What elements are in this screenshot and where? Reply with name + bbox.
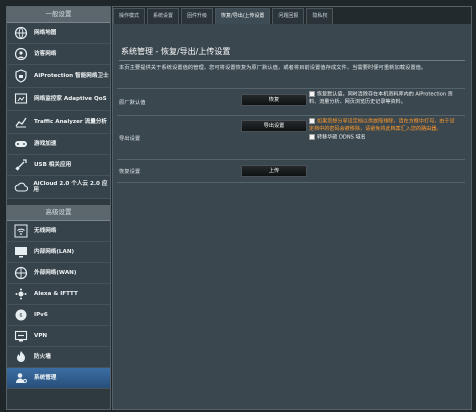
sidebar-section-advanced: 高级设置	[7, 205, 110, 221]
row-label: 导出设置	[119, 136, 141, 142]
sidebar-item-label: AiCloud 2.0 个人云 2.0 应用	[33, 180, 108, 194]
sidebar-item-lan[interactable]: 内部网络(LAN)	[7, 242, 110, 263]
row-restore-setting: 恢复设置 上传	[117, 159, 465, 183]
row-factory-default: 原厂默认值 恢复 恢复默认值，同时清除存在本机资料库内的 AiProtectio…	[117, 88, 465, 115]
wifi-icon	[12, 224, 30, 238]
gauge-icon	[12, 92, 30, 106]
row-label: 恢复设置	[119, 169, 141, 175]
sidebar-item-adaptive-qos[interactable]: 网络监控家 Adaptive QoS	[7, 88, 110, 111]
sidebar-item-label: IPv6	[34, 311, 48, 318]
tab-firmware-upgrade[interactable]: 固件升级	[181, 8, 214, 24]
person-gear-icon	[12, 371, 30, 385]
usb-icon	[12, 158, 30, 172]
main-panel: 操作模式 系统设置 固件升级 恢复/导出/上传设置 问题回报 隐私权 系统管理 …	[112, 6, 472, 410]
globe-icon	[12, 26, 30, 40]
sidebar-item-network-map[interactable]: 网络地图	[7, 23, 110, 44]
sidebar-item-usb-apps[interactable]: USB 相关应用	[7, 155, 110, 176]
upload-button[interactable]: 上传	[241, 165, 307, 177]
sidebar-item-wireless[interactable]: 无线网络	[7, 221, 110, 242]
sidebar-item-label: AiProtection 智能网络卫士	[34, 72, 109, 79]
sidebar-item-label: 网络地图	[34, 29, 57, 36]
tab-system[interactable]: 系统设置	[147, 8, 180, 24]
share-checkbox[interactable]	[309, 118, 315, 124]
sidebar-item-label: 系统管理	[34, 374, 57, 381]
sidebar-item-label: 外部网络(WAN)	[34, 269, 77, 276]
sidebar-item-aicloud[interactable]: AiCloud 2.0 个人云 2.0 应用	[7, 176, 110, 199]
sidebar: 一般设置 网络地图 访客网络 AiProtection 智能网络卫士 网络监控家…	[6, 6, 111, 410]
tab-operation-mode[interactable]: 操作模式	[113, 8, 146, 24]
initialize-option-text: 恢复默认值，同时清除存在本机资料库内的 AiProtection 资料、流量分析…	[309, 91, 453, 106]
tab-feedback[interactable]: 问题回报	[272, 8, 305, 24]
factory-default-option: 恢复默认值，同时清除存在本机资料库内的 AiProtection 资料、流量分析…	[309, 91, 459, 107]
vpn-icon	[12, 329, 30, 343]
svg-text:6: 6	[19, 313, 22, 319]
sidebar-item-wan[interactable]: 外部网络(WAN)	[7, 263, 110, 284]
ipv6-icon: 6	[12, 308, 30, 322]
page-description: 本页主要提供关于系统设置值的管理，您可将设置恢复为原厂默认值，或者将目前设置值存…	[119, 65, 427, 71]
sidebar-item-traffic-analyzer[interactable]: Traffic Analyzer 流量分析	[7, 111, 110, 134]
globe-icon	[12, 266, 30, 280]
sidebar-item-vpn[interactable]: VPN	[7, 326, 110, 347]
ddns-option: 转移华硕 DDNS 域名	[309, 133, 459, 142]
tab-bar: 操作模式 系统设置 固件升级 恢复/导出/上传设置 问题回报 隐私权	[113, 7, 471, 24]
ddns-checkbox[interactable]	[309, 133, 315, 140]
sidebar-item-label: 内部网络(LAN)	[34, 248, 75, 255]
globe-people-icon	[12, 47, 30, 61]
sidebar-item-game-boost[interactable]: 游戏加速	[7, 134, 110, 155]
title-divider	[119, 60, 465, 61]
sidebar-item-aiprotection[interactable]: AiProtection 智能网络卫士	[7, 65, 110, 88]
app-frame: 一般设置 网络地图 访客网络 AiProtection 智能网络卫士 网络监控家…	[0, 0, 476, 412]
chart-icon	[12, 115, 30, 129]
page-title: 系统管理 - 恢复/导出/上传设置	[121, 47, 231, 56]
sidebar-item-guest-network[interactable]: 访客网络	[7, 44, 110, 65]
sidebar-item-administration[interactable]: 系统管理	[7, 368, 110, 389]
sidebar-item-label: USB 相关应用	[34, 161, 72, 168]
shield-lock-icon	[12, 69, 30, 83]
sidebar-item-label: 无线网络	[34, 227, 57, 234]
content-area: 系统管理 - 恢复/导出/上传设置 本页主要提供关于系统设置值的管理，您可将设置…	[113, 24, 471, 409]
settings-table: 原厂默认值 恢复 恢复默认值，同时清除存在本机资料库内的 AiProtectio…	[117, 88, 465, 183]
share-option: 如果您想分享设定档以供故障排除，请在方框中打勾，由于设定档中的密码会被移除，请避…	[309, 118, 459, 134]
sidebar-item-label: 访客网络	[34, 50, 57, 57]
save-setting-button[interactable]: 导出设置	[241, 120, 307, 132]
sidebar-item-label: Traffic Analyzer 流量分析	[34, 118, 108, 125]
restore-button[interactable]: 恢复	[241, 94, 307, 106]
sidebar-item-label: 网络监控家 Adaptive QoS	[34, 95, 107, 102]
sidebar-item-label: VPN	[34, 332, 48, 339]
gamepad-icon	[12, 137, 30, 151]
sidebar-item-label: 游戏加速	[34, 140, 57, 147]
tab-restore-save-upload[interactable]: 恢复/导出/上传设置	[215, 8, 271, 24]
row-save-setting: 导出设置 导出设置 如果您想分享设定档以供故障排除，请在方框中打勾，由于设定档中…	[117, 115, 465, 159]
row-label: 原厂默认值	[119, 100, 146, 106]
share-option-text: 如果您想分享设定档以供故障排除，请在方框中打勾，由于设定档中的密码会被移除，请避…	[309, 118, 455, 133]
sidebar-item-label: 防火墙	[34, 353, 51, 360]
tab-privacy[interactable]: 隐私权	[306, 8, 334, 24]
ddns-option-text: 转移华硕 DDNS 域名	[317, 134, 366, 140]
sidebar-item-firewall[interactable]: 防火墙	[7, 347, 110, 368]
sidebar-item-alexa-ifttt[interactable]: Alexa & IFTTT	[7, 284, 110, 305]
cloud-icon	[12, 180, 29, 194]
smart-home-icon	[12, 287, 30, 301]
save-setting-options: 如果您想分享设定档以供故障排除，请在方框中打勾，由于设定档中的密码会被移除，请避…	[309, 118, 459, 142]
firewall-icon	[12, 350, 30, 364]
sidebar-item-ipv6[interactable]: 6 IPv6	[7, 305, 110, 326]
initialize-checkbox[interactable]	[309, 91, 315, 97]
sidebar-section-general: 一般设置	[7, 7, 110, 23]
monitor-icon	[12, 245, 30, 259]
sidebar-item-label: Alexa & IFTTT	[34, 290, 78, 297]
